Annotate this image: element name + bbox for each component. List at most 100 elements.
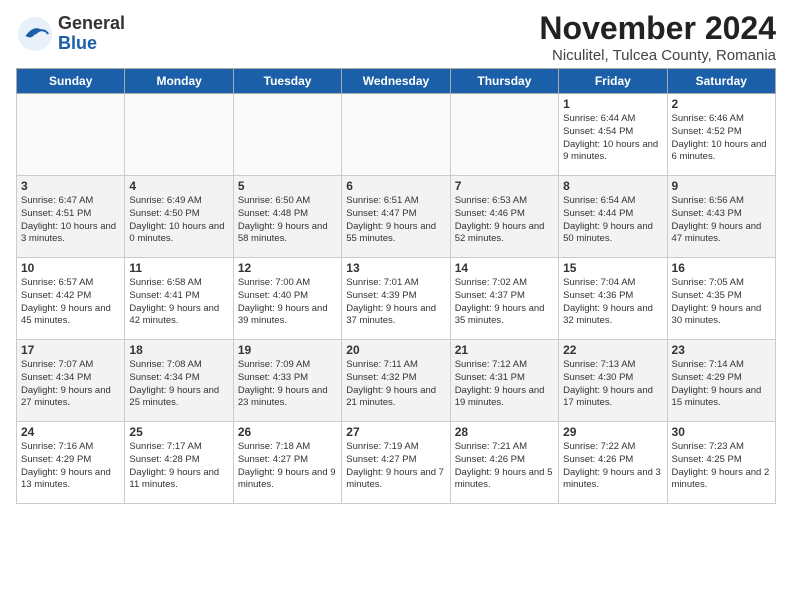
table-row: 25Sunrise: 7:17 AM Sunset: 4:28 PM Dayli… xyxy=(125,422,233,504)
day-info: Sunrise: 6:51 AM Sunset: 4:47 PM Dayligh… xyxy=(346,195,445,246)
table-row: 28 Sunrise: 7:21 AM Sunset: 4:26 PM Dayli… xyxy=(450,422,558,504)
day-info: Sunrise: 6:44 AM Sunset: 4:54 PM Dayligh… xyxy=(563,113,662,164)
day-number: 7 xyxy=(455,179,554,193)
day-info: Sunrise: 7:22 AM Sunset: 4:26 PM Dayligh… xyxy=(563,441,662,492)
day-number: 21 xyxy=(455,343,554,357)
table-row: 2 Sunrise: 6:46 AM Sunset: 4:52 PM Daylig… xyxy=(667,94,775,176)
table-row: 23 Sunrise: 7:14 AM Sunset: 4:29 PM Dayli… xyxy=(667,340,775,422)
day-info: Sunrise: 7:09 AM Sunset: 4:33 PM Dayligh… xyxy=(238,359,337,410)
day-number: 27 xyxy=(346,425,445,439)
logo-icon xyxy=(16,15,54,53)
day-info: Sunrise: 6:54 AM Sunset: 4:44 PM Dayligh… xyxy=(563,195,662,246)
table-row: 18 Sunrise: 7:08 AM Sunset: 4:34 PM Dayli… xyxy=(125,340,233,422)
day-info: Sunrise: 7:04 AM Sunset: 4:36 PM Dayligh… xyxy=(563,277,662,328)
day-info: Sunrise: 7:14 AM Sunset: 4:29 PM Dayligh… xyxy=(672,359,771,410)
table-row: 8 Sunrise: 6:54 AM Sunset: 4:44 PM Daylig… xyxy=(559,176,667,258)
day-number: 14 xyxy=(455,261,554,275)
table-row xyxy=(17,94,125,176)
table-row: 10 Sunrise: 6:57 AM Sunset: 4:42 PM Dayli… xyxy=(17,258,125,340)
col-wednesday: Wednesday xyxy=(342,69,450,94)
table-row: 27 Sunrise: 7:19 AM Sunset: 4:27 PM Dayli… xyxy=(342,422,450,504)
day-number: 16 xyxy=(672,261,771,275)
day-number: 2 xyxy=(672,97,771,111)
day-number: 26 xyxy=(238,425,337,439)
table-row: 12 Sunrise: 7:00 AM Sunset: 4:40 PM Dayli… xyxy=(233,258,341,340)
calendar-week-row: 1 Sunrise: 6:44 AM Sunset: 4:54 PM Daylig… xyxy=(17,94,776,176)
table-row: 26 Sunrise: 7:18 AM Sunset: 4:27 PM Dayli… xyxy=(233,422,341,504)
day-info: Sunrise: 7:19 AM Sunset: 4:27 PM Dayligh… xyxy=(346,441,445,492)
col-monday: Monday xyxy=(125,69,233,94)
day-number: 10 xyxy=(21,261,120,275)
table-row: 13 Sunrise: 7:01 AM Sunset: 4:39 PM Dayli… xyxy=(342,258,450,340)
table-row: 5 Sunrise: 6:50 AM Sunset: 4:48 PM Daylig… xyxy=(233,176,341,258)
table-row xyxy=(125,94,233,176)
col-saturday: Saturday xyxy=(667,69,775,94)
day-info: Sunrise: 7:02 AM Sunset: 4:37 PM Dayligh… xyxy=(455,277,554,328)
table-row: 21 Sunrise: 7:12 AM Sunset: 4:31 PM Dayli… xyxy=(450,340,558,422)
day-number: 13 xyxy=(346,261,445,275)
day-info: Sunrise: 7:23 AM Sunset: 4:25 PM Dayligh… xyxy=(672,441,771,492)
day-info: Sunrise: 7:00 AM Sunset: 4:40 PM Dayligh… xyxy=(238,277,337,328)
day-number: 1 xyxy=(563,97,662,111)
day-number: 19 xyxy=(238,343,337,357)
day-info: Sunrise: 7:16 AM Sunset: 4:29 PM Dayligh… xyxy=(21,441,120,492)
day-info: Sunrise: 7:11 AM Sunset: 4:32 PM Dayligh… xyxy=(346,359,445,410)
day-number: 4 xyxy=(129,179,228,193)
table-row: 17 Sunrise: 7:07 AM Sunset: 4:34 PM Dayli… xyxy=(17,340,125,422)
day-info: Sunrise: 7:08 AM Sunset: 4:34 PM Dayligh… xyxy=(129,359,228,410)
day-info: Sunrise: 6:46 AM Sunset: 4:52 PM Dayligh… xyxy=(672,113,771,164)
day-number: 20 xyxy=(346,343,445,357)
col-sunday: Sunday xyxy=(17,69,125,94)
day-info: Sunrise: 6:53 AM Sunset: 4:46 PM Dayligh… xyxy=(455,195,554,246)
table-row: 9Sunrise: 6:56 AM Sunset: 4:43 PM Daylig… xyxy=(667,176,775,258)
day-info: Sunrise: 7:13 AM Sunset: 4:30 PM Dayligh… xyxy=(563,359,662,410)
day-number: 22 xyxy=(563,343,662,357)
table-row: 15 Sunrise: 7:04 AM Sunset: 4:36 PM Dayli… xyxy=(559,258,667,340)
day-info: Sunrise: 6:47 AM Sunset: 4:51 PM Dayligh… xyxy=(21,195,120,246)
day-info: Sunrise: 7:21 AM Sunset: 4:26 PM Dayligh… xyxy=(455,441,554,492)
day-info: Sunrise: 7:07 AM Sunset: 4:34 PM Dayligh… xyxy=(21,359,120,410)
day-number: 24 xyxy=(21,425,120,439)
header: General Blue November 2024 Niculitel, Tu… xyxy=(16,10,776,64)
day-number: 12 xyxy=(238,261,337,275)
table-row: 29 Sunrise: 7:22 AM Sunset: 4:26 PM Dayli… xyxy=(559,422,667,504)
day-number: 8 xyxy=(563,179,662,193)
logo-blue-text: Blue xyxy=(58,33,97,53)
calendar-week-row: 24 Sunrise: 7:16 AM Sunset: 4:29 PM Dayli… xyxy=(17,422,776,504)
location-title: Niculitel, Tulcea County, Romania xyxy=(539,47,776,64)
table-row xyxy=(450,94,558,176)
day-info: Sunrise: 7:18 AM Sunset: 4:27 PM Dayligh… xyxy=(238,441,337,492)
day-number: 29 xyxy=(563,425,662,439)
month-title: November 2024 xyxy=(539,10,776,47)
day-number: 28 xyxy=(455,425,554,439)
day-number: 25 xyxy=(129,425,228,439)
day-number: 18 xyxy=(129,343,228,357)
day-info: Sunrise: 6:57 AM Sunset: 4:42 PM Dayligh… xyxy=(21,277,120,328)
table-row: 1 Sunrise: 6:44 AM Sunset: 4:54 PM Daylig… xyxy=(559,94,667,176)
table-row: 11 Sunrise: 6:58 AM Sunset: 4:41 PM Dayli… xyxy=(125,258,233,340)
table-row: 14 Sunrise: 7:02 AM Sunset: 4:37 PM Dayli… xyxy=(450,258,558,340)
table-row: 30Sunrise: 7:23 AM Sunset: 4:25 PM Dayli… xyxy=(667,422,775,504)
table-row: 7 Sunrise: 6:53 AM Sunset: 4:46 PM Daylig… xyxy=(450,176,558,258)
day-number: 6 xyxy=(346,179,445,193)
calendar-week-row: 3Sunrise: 6:47 AM Sunset: 4:51 PM Daylig… xyxy=(17,176,776,258)
day-number: 23 xyxy=(672,343,771,357)
day-number: 5 xyxy=(238,179,337,193)
table-row xyxy=(233,94,341,176)
day-number: 9 xyxy=(672,179,771,193)
day-info: Sunrise: 6:58 AM Sunset: 4:41 PM Dayligh… xyxy=(129,277,228,328)
day-info: Sunrise: 7:01 AM Sunset: 4:39 PM Dayligh… xyxy=(346,277,445,328)
day-info: Sunrise: 7:12 AM Sunset: 4:31 PM Dayligh… xyxy=(455,359,554,410)
table-row: 22 Sunrise: 7:13 AM Sunset: 4:30 PM Dayli… xyxy=(559,340,667,422)
day-number: 15 xyxy=(563,261,662,275)
calendar-table: Sunday Monday Tuesday Wednesday Thursday… xyxy=(16,68,776,504)
table-row: 4Sunrise: 6:49 AM Sunset: 4:50 PM Daylig… xyxy=(125,176,233,258)
day-number: 11 xyxy=(129,261,228,275)
col-friday: Friday xyxy=(559,69,667,94)
table-row xyxy=(342,94,450,176)
calendar-week-row: 10 Sunrise: 6:57 AM Sunset: 4:42 PM Dayli… xyxy=(17,258,776,340)
table-row: 16Sunrise: 7:05 AM Sunset: 4:35 PM Dayli… xyxy=(667,258,775,340)
day-number: 17 xyxy=(21,343,120,357)
day-info: Sunrise: 6:50 AM Sunset: 4:48 PM Dayligh… xyxy=(238,195,337,246)
table-row: 6 Sunrise: 6:51 AM Sunset: 4:47 PM Daylig… xyxy=(342,176,450,258)
